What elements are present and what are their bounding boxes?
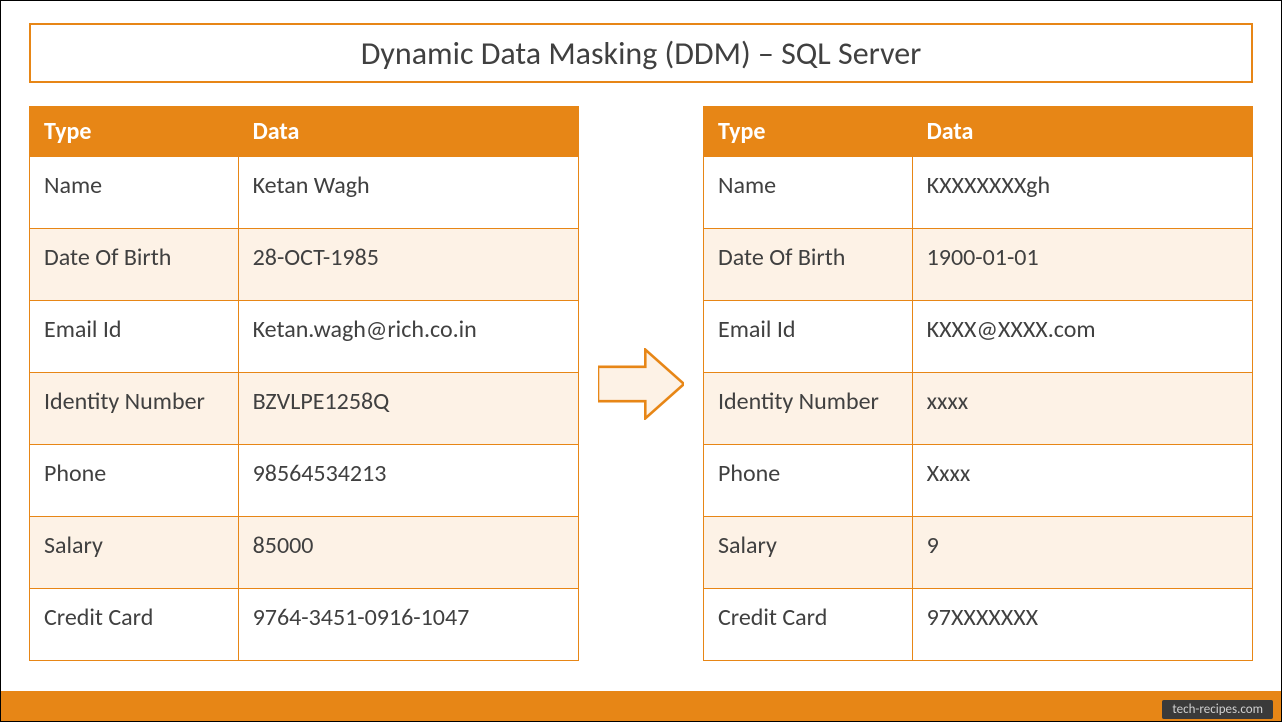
cell-data: 9764-3451-0916-1047: [238, 589, 578, 661]
tables-wrap: Type Data Name Ketan Wagh Date Of Birth …: [29, 106, 1253, 661]
table-row: Salary 85000: [30, 517, 579, 589]
cell-type: Identity Number: [30, 373, 239, 445]
table-row: Phone Xxxx: [704, 445, 1253, 517]
original-data-table: Type Data Name Ketan Wagh Date Of Birth …: [29, 106, 579, 661]
cell-type: Salary: [30, 517, 239, 589]
cell-data: 1900-01-01: [912, 229, 1252, 301]
table-header-row: Type Data: [30, 107, 579, 157]
slide-frame: Dynamic Data Masking (DDM) – SQL Server …: [0, 0, 1282, 722]
table-row: Name KXXXXXXXgh: [704, 157, 1253, 229]
header-type: Type: [704, 107, 913, 157]
cell-type: Identity Number: [704, 373, 913, 445]
cell-data: BZVLPE1258Q: [238, 373, 578, 445]
table-row: Credit Card 97XXXXXXX: [704, 589, 1253, 661]
cell-type: Email Id: [30, 301, 239, 373]
page-title: Dynamic Data Masking (DDM) – SQL Server: [361, 34, 922, 73]
cell-type: Email Id: [704, 301, 913, 373]
table-row: Date Of Birth 28-OCT-1985: [30, 229, 579, 301]
cell-data: xxxx: [912, 373, 1252, 445]
cell-type: Name: [30, 157, 239, 229]
cell-type: Phone: [30, 445, 239, 517]
table-row: Credit Card 9764-3451-0916-1047: [30, 589, 579, 661]
table-header-row: Type Data: [704, 107, 1253, 157]
cell-data: Ketan Wagh: [238, 157, 578, 229]
arrow-wrap: [581, 106, 701, 661]
cell-data: Ketan.wagh@rich.co.in: [238, 301, 578, 373]
cell-type: Date Of Birth: [30, 229, 239, 301]
cell-data: KXXXXXXXgh: [912, 157, 1252, 229]
cell-data: 85000: [238, 517, 578, 589]
table-row: Email Id Ketan.wagh@rich.co.in: [30, 301, 579, 373]
cell-type: Salary: [704, 517, 913, 589]
cell-data: 28-OCT-1985: [238, 229, 578, 301]
table-row: Name Ketan Wagh: [30, 157, 579, 229]
cell-type: Credit Card: [30, 589, 239, 661]
table-row: Identity Number BZVLPE1258Q: [30, 373, 579, 445]
cell-data: KXXX@XXXX.com: [912, 301, 1252, 373]
cell-type: Name: [704, 157, 913, 229]
right-arrow-icon: [598, 348, 684, 420]
cell-data: 9: [912, 517, 1252, 589]
table-row: Identity Number xxxx: [704, 373, 1253, 445]
cell-type: Credit Card: [704, 589, 913, 661]
cell-type: Phone: [704, 445, 913, 517]
cell-data: 98564534213: [238, 445, 578, 517]
cell-type: Date Of Birth: [704, 229, 913, 301]
title-box: Dynamic Data Masking (DDM) – SQL Server: [29, 23, 1253, 83]
table-row: Salary 9: [704, 517, 1253, 589]
table-row: Email Id KXXX@XXXX.com: [704, 301, 1253, 373]
masked-data-table: Type Data Name KXXXXXXXgh Date Of Birth …: [703, 106, 1253, 661]
cell-data: Xxxx: [912, 445, 1252, 517]
cell-data: 97XXXXXXX: [912, 589, 1252, 661]
header-type: Type: [30, 107, 239, 157]
header-data: Data: [912, 107, 1252, 157]
table-row: Date Of Birth 1900-01-01: [704, 229, 1253, 301]
footer-bar: [1, 691, 1281, 721]
footer-source: tech-recipes.com: [1162, 700, 1273, 719]
header-data: Data: [238, 107, 578, 157]
table-row: Phone 98564534213: [30, 445, 579, 517]
